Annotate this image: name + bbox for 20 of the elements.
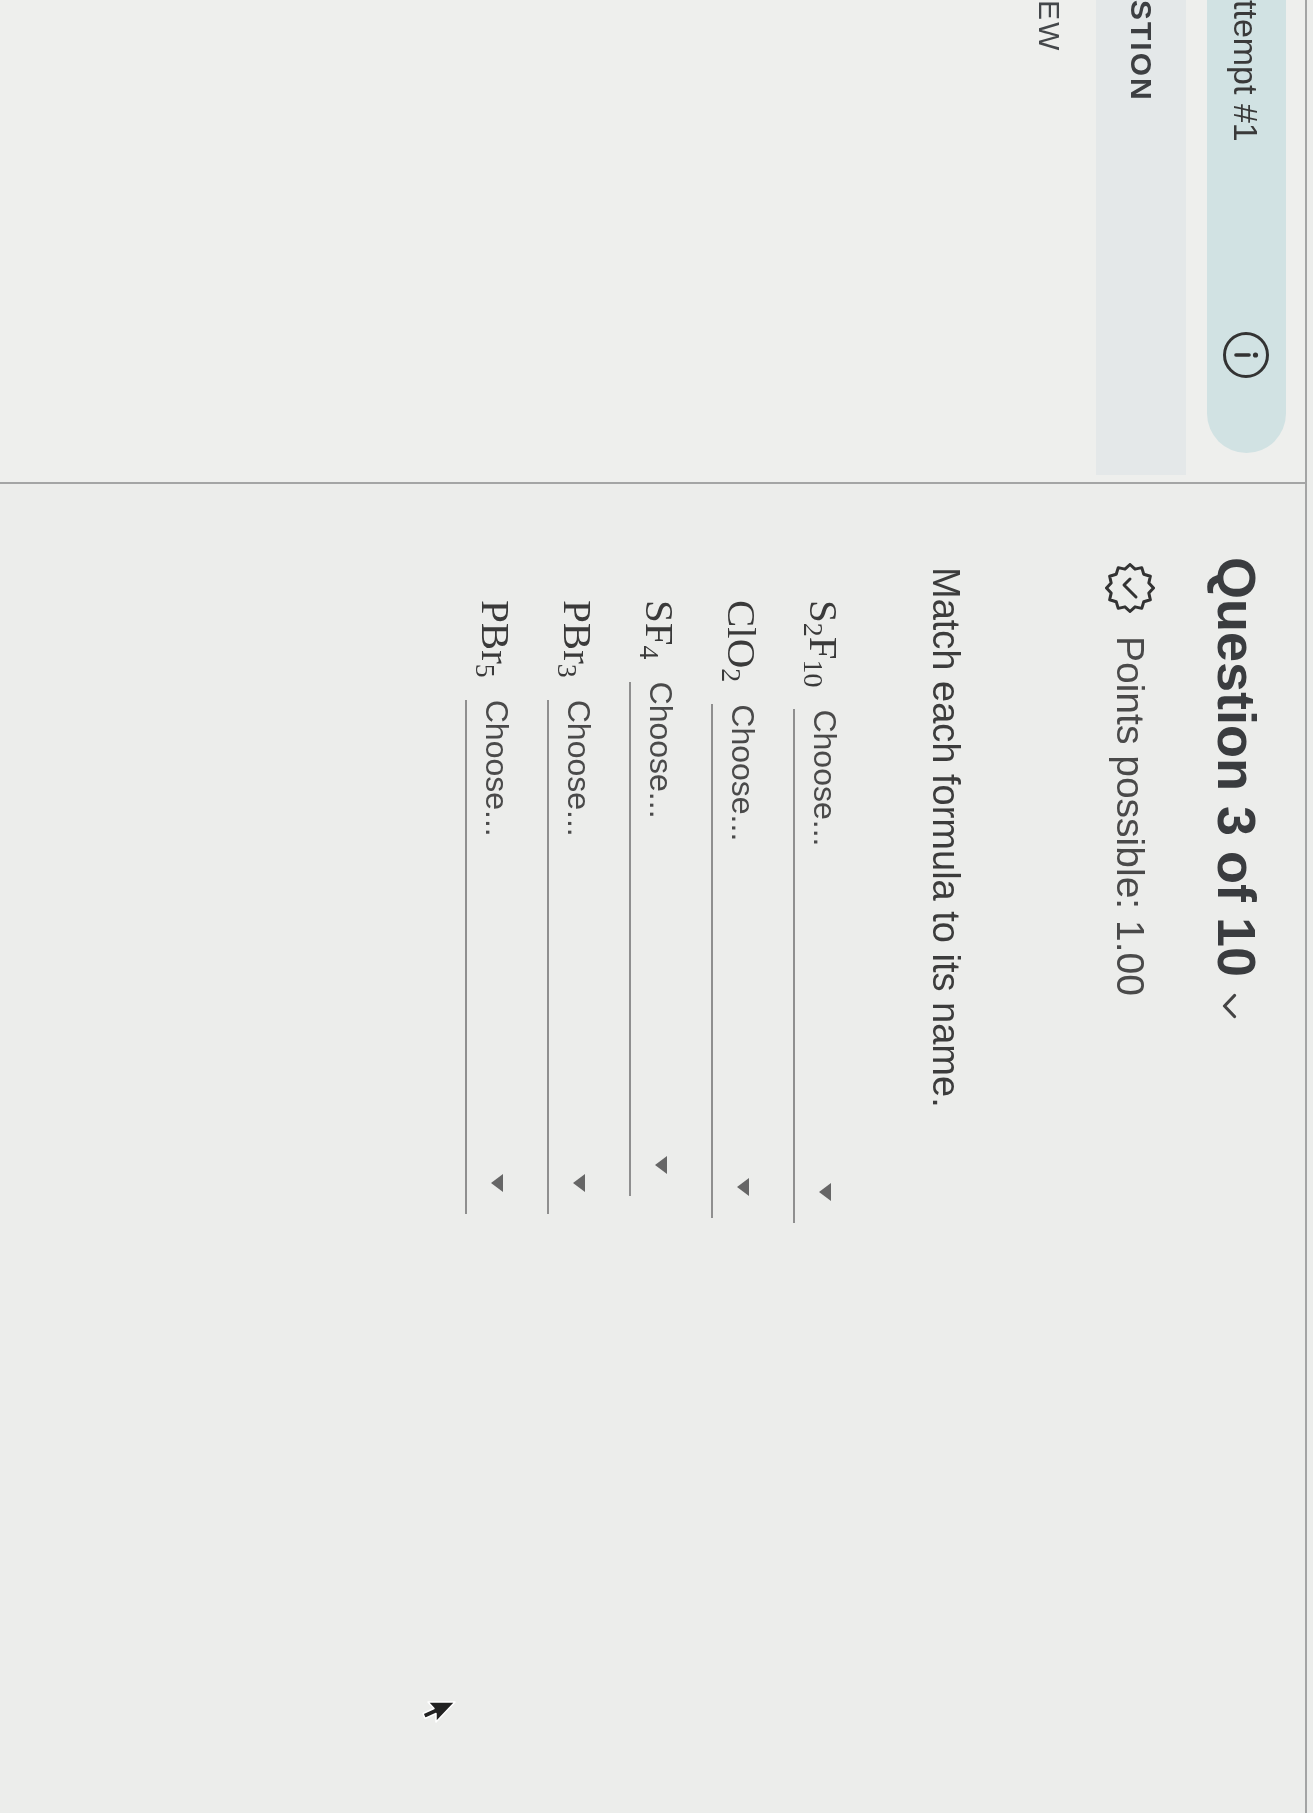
caret-icon [819,1183,831,1202]
answer-dropdown[interactable]: Choose... [793,709,845,1224]
caret-icon [573,1173,585,1192]
answer-dropdown[interactable]: Choose... [711,704,763,1219]
nav-item[interactable]: STION [1096,0,1186,475]
points-label: Points possible: 1.00 [1108,636,1153,996]
mouse-pointer-icon [421,1700,457,1724]
seal-check-icon [1105,563,1155,613]
caret-icon [655,1155,667,1174]
answer-dropdown[interactable]: Choose... [465,699,517,1214]
answer-dropdown[interactable]: Choose... [629,681,681,1196]
answer-dropdown[interactable]: Choose... [547,699,599,1214]
question-prompt: Match each formula to its name. [924,567,968,1108]
caret-icon [491,1173,503,1192]
caret-icon [737,1178,749,1197]
nav-item[interactable]: EW [1031,0,1067,53]
question-nav-button[interactable]: Question 3 of 10 [1204,557,1269,1020]
attempt-label: ttempt #1 [1226,0,1267,142]
chevron-down-icon[interactable] [1222,993,1237,1020]
info-icon[interactable] [1222,331,1271,379]
